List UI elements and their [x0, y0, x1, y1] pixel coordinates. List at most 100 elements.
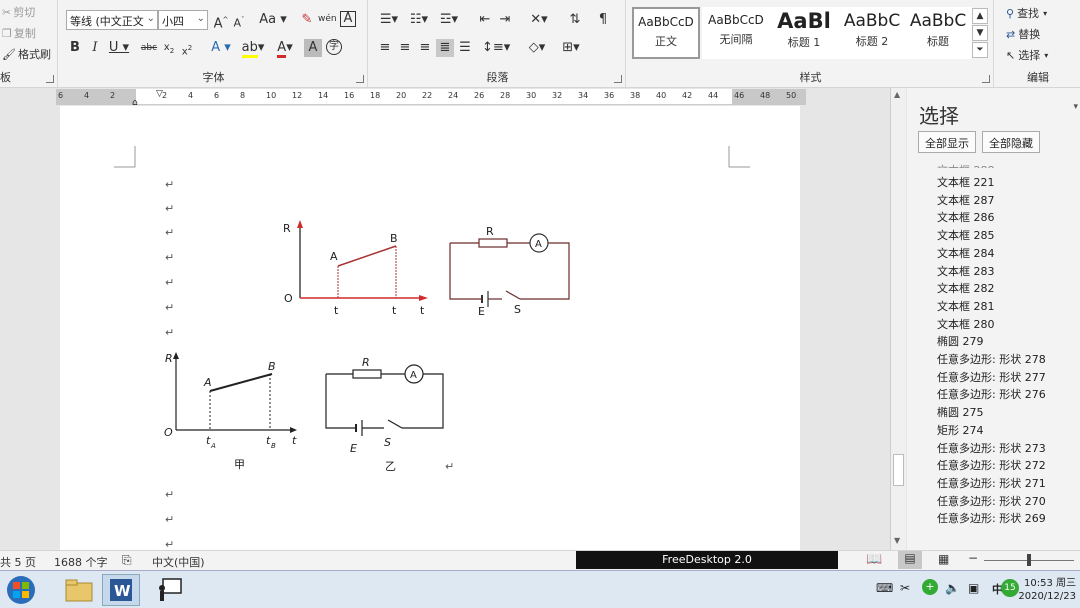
font-color-icon[interactable]: A▾ — [272, 39, 298, 58]
zoom-out-icon[interactable]: − — [968, 551, 978, 565]
selection-list-item[interactable]: 任意多边形: 形状 276 — [937, 386, 1046, 402]
selection-list-item[interactable]: 椭圆 279 — [937, 333, 984, 349]
shrink-font-icon[interactable]: Aˇ — [230, 11, 248, 30]
selection-list-item[interactable]: 任意多边形: 形状 272 — [937, 457, 1046, 473]
replace-button[interactable]: ⇄ 替换 — [1006, 26, 1040, 42]
paragraph-launcher-icon[interactable] — [614, 75, 622, 83]
italic-icon[interactable]: I — [86, 39, 104, 57]
change-case-icon[interactable]: Aa ▾ — [258, 11, 288, 29]
selection-list-item[interactable]: 文本框 284 — [937, 245, 995, 261]
document-page[interactable]: ↵ ↵ ↵ ↵ ↵ ↵ ↵ ↵ ↵ ↵ ↵ R O A B t t t A R … — [60, 106, 800, 550]
bold-icon[interactable]: B — [66, 39, 84, 57]
list-item-partial[interactable]: 文本框 288 — [937, 162, 995, 168]
selection-list-item[interactable]: 文本框 283 — [937, 263, 995, 279]
bullets-icon[interactable]: ☰▾ — [376, 11, 402, 29]
clipboard-launcher-icon[interactable] — [46, 75, 54, 83]
read-mode-icon[interactable]: 📖 — [866, 552, 882, 567]
shading-icon[interactable]: ◇▾ — [524, 39, 550, 57]
justify-icon[interactable]: ≣ — [436, 39, 454, 57]
selection-list-item[interactable]: 任意多边形: 形状 277 — [937, 369, 1046, 385]
action-center-icon[interactable]: ▣ — [968, 581, 979, 595]
selection-list-item[interactable]: 文本框 221 — [937, 174, 995, 190]
align-right-icon[interactable]: ≡ — [416, 39, 434, 57]
style-no-spacing[interactable]: AaBbCcD 无间隔 — [702, 7, 770, 59]
font-launcher-icon[interactable] — [356, 75, 364, 83]
first-line-indent-marker-icon[interactable]: ▽ — [156, 89, 163, 99]
increase-indent-icon[interactable]: ⇥ — [496, 11, 514, 29]
multilevel-list-icon[interactable]: ☲▾ — [436, 11, 462, 29]
text-effects-icon[interactable]: A ▾ — [208, 39, 234, 57]
underline-icon[interactable]: U ▾ — [106, 39, 132, 57]
volume-icon[interactable]: 🔈 — [945, 581, 960, 595]
tools-icon[interactable]: ✂ — [900, 581, 910, 595]
styles-scroll-up-icon[interactable]: ▲ — [972, 8, 988, 24]
taskbar-presenter[interactable] — [150, 574, 188, 606]
page-count[interactable]: 共 5 页 — [0, 554, 36, 570]
asian-layout-icon[interactable]: ✕▾ — [526, 11, 552, 29]
language-indicator[interactable]: 中文(中国) — [152, 554, 205, 570]
selection-list[interactable]: 文本框 288 文本框 221 文本框 287文本框 286 文本框 285 文本框 … — [907, 158, 1080, 550]
selection-list-item[interactable]: 矩形 274 — [937, 422, 984, 438]
selection-list-item[interactable]: 文本框 285 — [937, 227, 995, 243]
proofing-icon[interactable]: ⎘ — [122, 553, 132, 568]
font-size-combo[interactable]: 小四 ⌄ — [158, 10, 208, 30]
strikethrough-icon[interactable]: abc — [138, 39, 160, 57]
keyboard-icon[interactable]: ⌨ — [876, 581, 893, 595]
subscript-icon[interactable]: x2 — [160, 39, 178, 57]
selection-list-item[interactable]: 任意多边形: 形状 271 — [937, 475, 1046, 491]
network-status-icon[interactable]: + — [922, 579, 938, 595]
styles-more-icon[interactable]: ⏷ — [972, 42, 988, 58]
select-button[interactable]: ↖ 选择 ▾ — [1006, 47, 1048, 63]
selection-list-item[interactable]: 任意多边形: 形状 278 — [937, 351, 1046, 367]
char-border-icon[interactable]: A — [340, 11, 356, 27]
print-layout-icon[interactable]: ▤ — [898, 551, 922, 569]
style-title[interactable]: AaBbC 标题 — [904, 7, 972, 59]
sort-icon[interactable]: ⇅ — [566, 11, 584, 29]
line-spacing-icon[interactable]: ↕≡▾ — [482, 39, 510, 57]
decrease-indent-icon[interactable]: ⇤ — [476, 11, 494, 29]
selection-list-item[interactable]: 椭圆 275 — [937, 404, 984, 420]
selection-list-item[interactable]: 文本框 286 — [937, 209, 995, 225]
top-circuit[interactable]: A R E S — [444, 221, 574, 316]
styles-scroll-down-icon[interactable]: ▼ — [972, 25, 988, 41]
selection-list-item[interactable]: 文本框 281 — [937, 298, 995, 314]
scroll-up-icon[interactable]: ▲ — [894, 90, 900, 99]
show-marks-icon[interactable]: ¶ — [594, 11, 612, 29]
taskbar-explorer[interactable] — [60, 574, 98, 606]
borders-icon[interactable]: ⊞▾ — [558, 39, 584, 57]
pane-options-icon[interactable]: ▾ — [1073, 102, 1078, 112]
scroll-down-icon[interactable]: ▼ — [894, 536, 900, 545]
web-layout-icon[interactable]: ▦ — [938, 552, 949, 566]
selection-list-item[interactable]: 任意多边形: 形状 270 — [937, 493, 1046, 509]
hide-all-button[interactable]: 全部隐藏 — [982, 131, 1040, 153]
zoom-slider-thumb[interactable] — [1027, 554, 1031, 566]
phonetic-guide-icon[interactable]: wén — [318, 10, 337, 28]
font-name-combo[interactable]: 等线 (中文正文 ⌄ — [66, 10, 158, 30]
find-button[interactable]: ⚲ 查找 ▾ — [1006, 5, 1047, 21]
copy-button[interactable]: ❐ 复制 — [2, 25, 36, 41]
document-area[interactable]: ↵ ↵ ↵ ↵ ↵ ↵ ↵ ↵ ↵ ↵ ↵ R O A B t t t A R … — [0, 106, 890, 550]
start-button[interactable] — [2, 574, 40, 606]
styles-launcher-icon[interactable] — [982, 75, 990, 83]
bottom-graph[interactable]: R O A B t A t B t — [160, 346, 310, 456]
word-count[interactable]: 1688 个字 — [54, 554, 108, 570]
clear-format-icon[interactable]: ✎ — [298, 11, 316, 29]
style-heading-2[interactable]: AaBbC 标题 2 — [838, 7, 906, 59]
notification-badge[interactable]: 15 — [1001, 579, 1019, 597]
align-center-icon[interactable]: ≡ — [396, 39, 414, 57]
show-all-button[interactable]: 全部显示 — [918, 131, 976, 153]
taskbar-word[interactable]: W — [102, 574, 140, 606]
align-left-icon[interactable]: ≡ — [376, 39, 394, 57]
grow-font-icon[interactable]: A^ — [212, 11, 230, 31]
horizontal-ruler[interactable]: 6 4 2 2 4 6 8 10 12 14 16 18 20 22 24 26 28 30 32 34 36 38 40 4… — [56, 89, 806, 108]
format-painter-button[interactable]: 🖌 格式刷 — [2, 46, 51, 62]
selection-list-item[interactable]: 任意多边形: 形状 273 — [937, 440, 1046, 456]
char-shading-icon[interactable]: A — [304, 39, 322, 57]
highlight-icon[interactable]: ab▾ — [240, 39, 266, 58]
selection-list-item[interactable]: 文本框 282 — [937, 280, 995, 296]
selection-list-item[interactable]: 文本框 287 — [937, 192, 995, 208]
scroll-thumb[interactable] — [893, 454, 904, 486]
distributed-icon[interactable]: ☰ — [456, 39, 474, 57]
selection-list-item[interactable]: 任意多边形: 形状 269 — [937, 510, 1046, 526]
cut-button[interactable]: ✂ 剪切 — [2, 4, 35, 20]
